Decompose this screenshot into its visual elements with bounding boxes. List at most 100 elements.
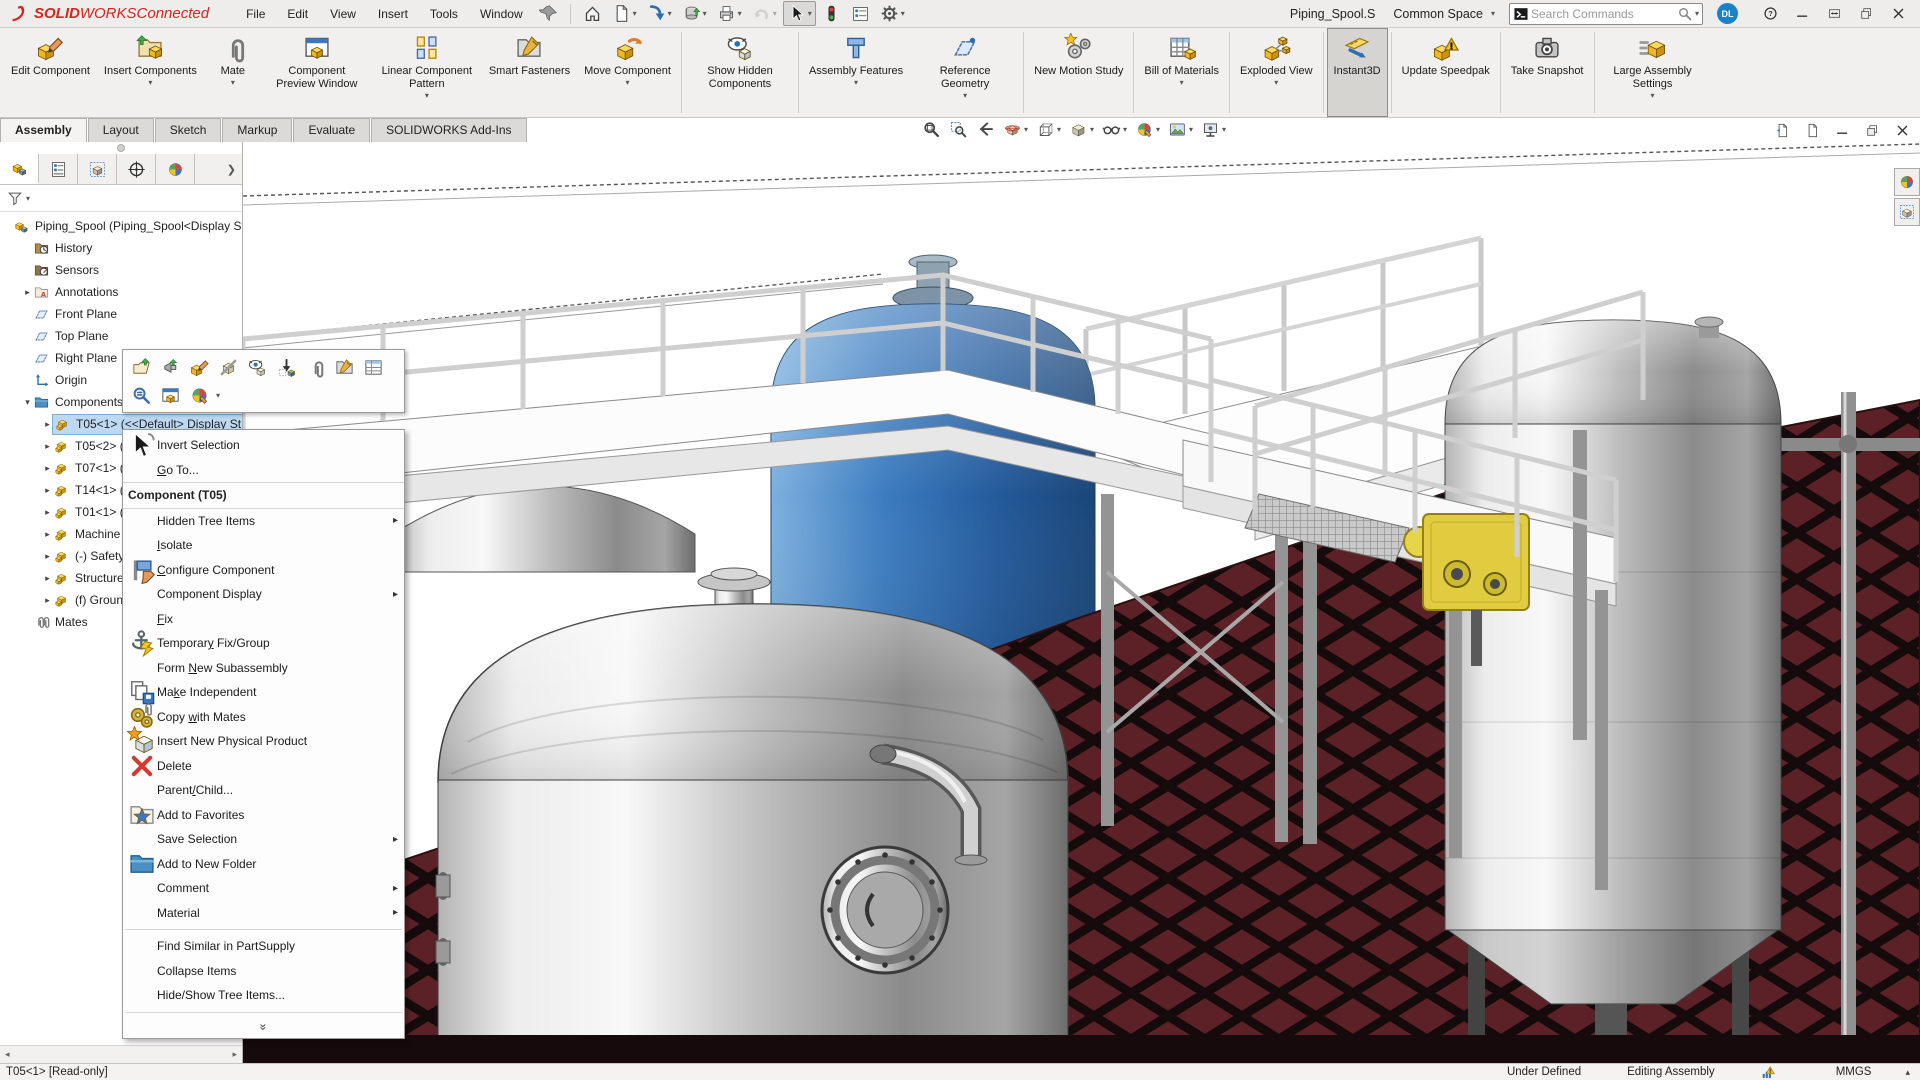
dropdown-caret-icon[interactable]: ▾ [1090, 125, 1094, 134]
restore-button[interactable] [1854, 3, 1878, 25]
edit-appearance-button[interactable]: ▾ [1131, 119, 1164, 140]
featuremanager-tab[interactable] [0, 154, 39, 184]
tree-expand-icon[interactable]: ▾ [22, 397, 33, 408]
menu-item-collapse-items[interactable]: Collapse Items [123, 959, 404, 984]
dropdown-caret-icon[interactable]: ▾ [633, 9, 637, 18]
resize-button[interactable] [1822, 3, 1846, 25]
tree-filter[interactable]: ▾ [0, 185, 242, 212]
tree-row[interactable]: Front Plane [0, 303, 242, 325]
tree-expand-icon[interactable]: ▸ [42, 507, 53, 518]
statusbar-expander-icon[interactable]: ▴ [1905, 1067, 1910, 1078]
tree-expand-icon[interactable]: ▸ [42, 551, 53, 562]
print-button[interactable]: ▾ [713, 1, 746, 26]
edit-appearance-button[interactable] [185, 381, 214, 409]
tab-solidworks-add-ins[interactable]: SOLIDWORKS Add-Ins [371, 118, 526, 142]
dimxpert-tab[interactable] [117, 154, 156, 184]
search-input[interactable] [1529, 6, 1677, 22]
menu-item-save-selection[interactable]: Save Selection▸ [123, 827, 404, 852]
workspace-selector[interactable]: Common Space [1393, 7, 1483, 21]
menu-item-material[interactable]: Material▸ [123, 901, 404, 926]
edit-component-button[interactable] [185, 353, 214, 381]
search-box[interactable]: ▾ [1509, 3, 1703, 25]
smart-fasteners-button[interactable] [330, 353, 359, 381]
previous-view-button[interactable] [972, 119, 999, 140]
menu-item-comment[interactable]: Comment▸ [123, 876, 404, 901]
insert-components-down-button[interactable] [272, 353, 301, 381]
undo-button[interactable]: ▾ [748, 1, 781, 26]
dropdown-caret-icon[interactable]: ▾ [901, 9, 905, 18]
dropdown-caret-icon[interactable]: ▾ [231, 78, 235, 87]
show-hidden-components-button[interactable]: Show Hidden Components [685, 28, 795, 117]
win-min-button[interactable] [1830, 120, 1854, 140]
tree-expand-icon[interactable]: ▸ [42, 573, 53, 584]
tab-sketch[interactable]: Sketch [155, 118, 222, 142]
update-speedpak-button[interactable]: Update Speedpak [1395, 28, 1497, 117]
menu-item-fix[interactable]: Fix [123, 607, 404, 632]
home-button[interactable] [579, 1, 606, 26]
displaymanager-tab[interactable] [156, 154, 195, 184]
hide-component-button[interactable] [214, 353, 243, 381]
dropdown-caret-icon[interactable]: ▾ [773, 9, 777, 18]
tree-row[interactable]: Top Plane [0, 325, 242, 347]
dropdown-caret-icon[interactable]: ▾ [216, 391, 220, 400]
tab-layout[interactable]: Layout [88, 118, 154, 142]
menu-item-hidden-tree-items[interactable]: Hidden Tree Items▸ [123, 509, 404, 534]
component-preview-window-button[interactable] [156, 381, 185, 409]
pin-icon[interactable] [535, 1, 562, 26]
menu-item-delete[interactable]: Delete [123, 754, 404, 779]
take-snapshot-button[interactable]: Take Snapshot [1504, 28, 1591, 117]
show-hidden-button[interactable] [243, 353, 272, 381]
make-virtual-button[interactable] [156, 353, 185, 381]
dropdown-caret-icon[interactable]: ▾ [1057, 125, 1061, 134]
zoom-selection-button[interactable] [127, 381, 156, 409]
tree-row[interactable]: History [0, 237, 242, 259]
panel-splitter[interactable] [0, 142, 242, 154]
search-icon[interactable] [1677, 6, 1693, 22]
options-list-button[interactable] [847, 1, 874, 26]
tab-markup[interactable]: Markup [222, 118, 292, 142]
avatar[interactable]: DL [1717, 3, 1738, 24]
configurationmanager-tab-tab[interactable] [1894, 198, 1920, 226]
menu-item-isolate[interactable]: Isolate [123, 533, 404, 558]
section-view-button[interactable]: ▾ [999, 119, 1032, 140]
reference-geometry-button[interactable]: Reference Geometry▾ [910, 28, 1020, 117]
menu-item-invert-selection[interactable]: Invert Selection [123, 433, 404, 458]
instant3d-button[interactable]: Instant3D [1327, 28, 1388, 117]
view-settings-button[interactable]: ▾ [1197, 119, 1230, 140]
tree-expand-icon[interactable]: ▸ [42, 485, 53, 496]
tab-assembly[interactable]: Assembly [0, 118, 87, 142]
search-caret-icon[interactable]: ▾ [1695, 9, 1699, 18]
tree-expand-icon[interactable]: ▸ [42, 529, 53, 540]
bill-of-materials-button[interactable]: Bill of Materials▾ [1137, 28, 1226, 117]
units-indicator[interactable]: MMGS [1836, 1066, 1872, 1078]
dropdown-caret-icon[interactable]: ▾ [1156, 125, 1160, 134]
dropdown-caret-icon[interactable]: ▾ [1274, 78, 1278, 87]
smart-fasteners-button[interactable]: Smart Fasteners [482, 28, 577, 117]
menu-item-parent-child-[interactable]: Parent/Child... [123, 778, 404, 803]
win-close-button[interactable] [1890, 120, 1914, 140]
dropdown-caret-icon[interactable]: ▾ [738, 9, 742, 18]
tree-expand-icon[interactable]: ▸ [42, 463, 53, 474]
settings-gear-button[interactable]: ▾ [876, 1, 909, 26]
help-icon[interactable]: ? [1758, 3, 1782, 25]
dropdown-caret-icon[interactable]: ▾ [963, 91, 967, 100]
tree-row[interactable]: Piping_Spool (Piping_Spool<Display Stat [0, 215, 242, 237]
menu-window[interactable]: Window [469, 2, 534, 26]
scroll-left-icon[interactable]: ◂ [0, 1049, 15, 1060]
tree-expand-icon[interactable]: ▸ [42, 441, 53, 452]
filter-caret-icon[interactable]: ▾ [26, 194, 30, 203]
select-cursor-button[interactable]: ▾ [783, 1, 816, 26]
dropdown-caret-icon[interactable]: ▾ [1123, 125, 1127, 134]
menu-item-go-to-[interactable]: Go To... [123, 458, 404, 483]
dropdown-caret-icon[interactable]: ▾ [1180, 78, 1184, 87]
display-style-button[interactable]: ▾ [1065, 119, 1098, 140]
dropdown-caret-icon[interactable]: ▾ [626, 78, 630, 87]
component-preview-window-button[interactable]: Component Preview Window [262, 28, 372, 117]
tab-evaluate[interactable]: Evaluate [293, 118, 370, 142]
menu-insert[interactable]: Insert [367, 2, 419, 26]
dropdown-caret-icon[interactable]: ▾ [425, 91, 429, 100]
dropdown-caret-icon[interactable]: ▾ [1222, 125, 1226, 134]
new-document-button[interactable]: ▾ [608, 1, 641, 26]
win-restore-button[interactable] [1860, 120, 1884, 140]
apply-scene-button[interactable]: ▾ [1164, 119, 1197, 140]
